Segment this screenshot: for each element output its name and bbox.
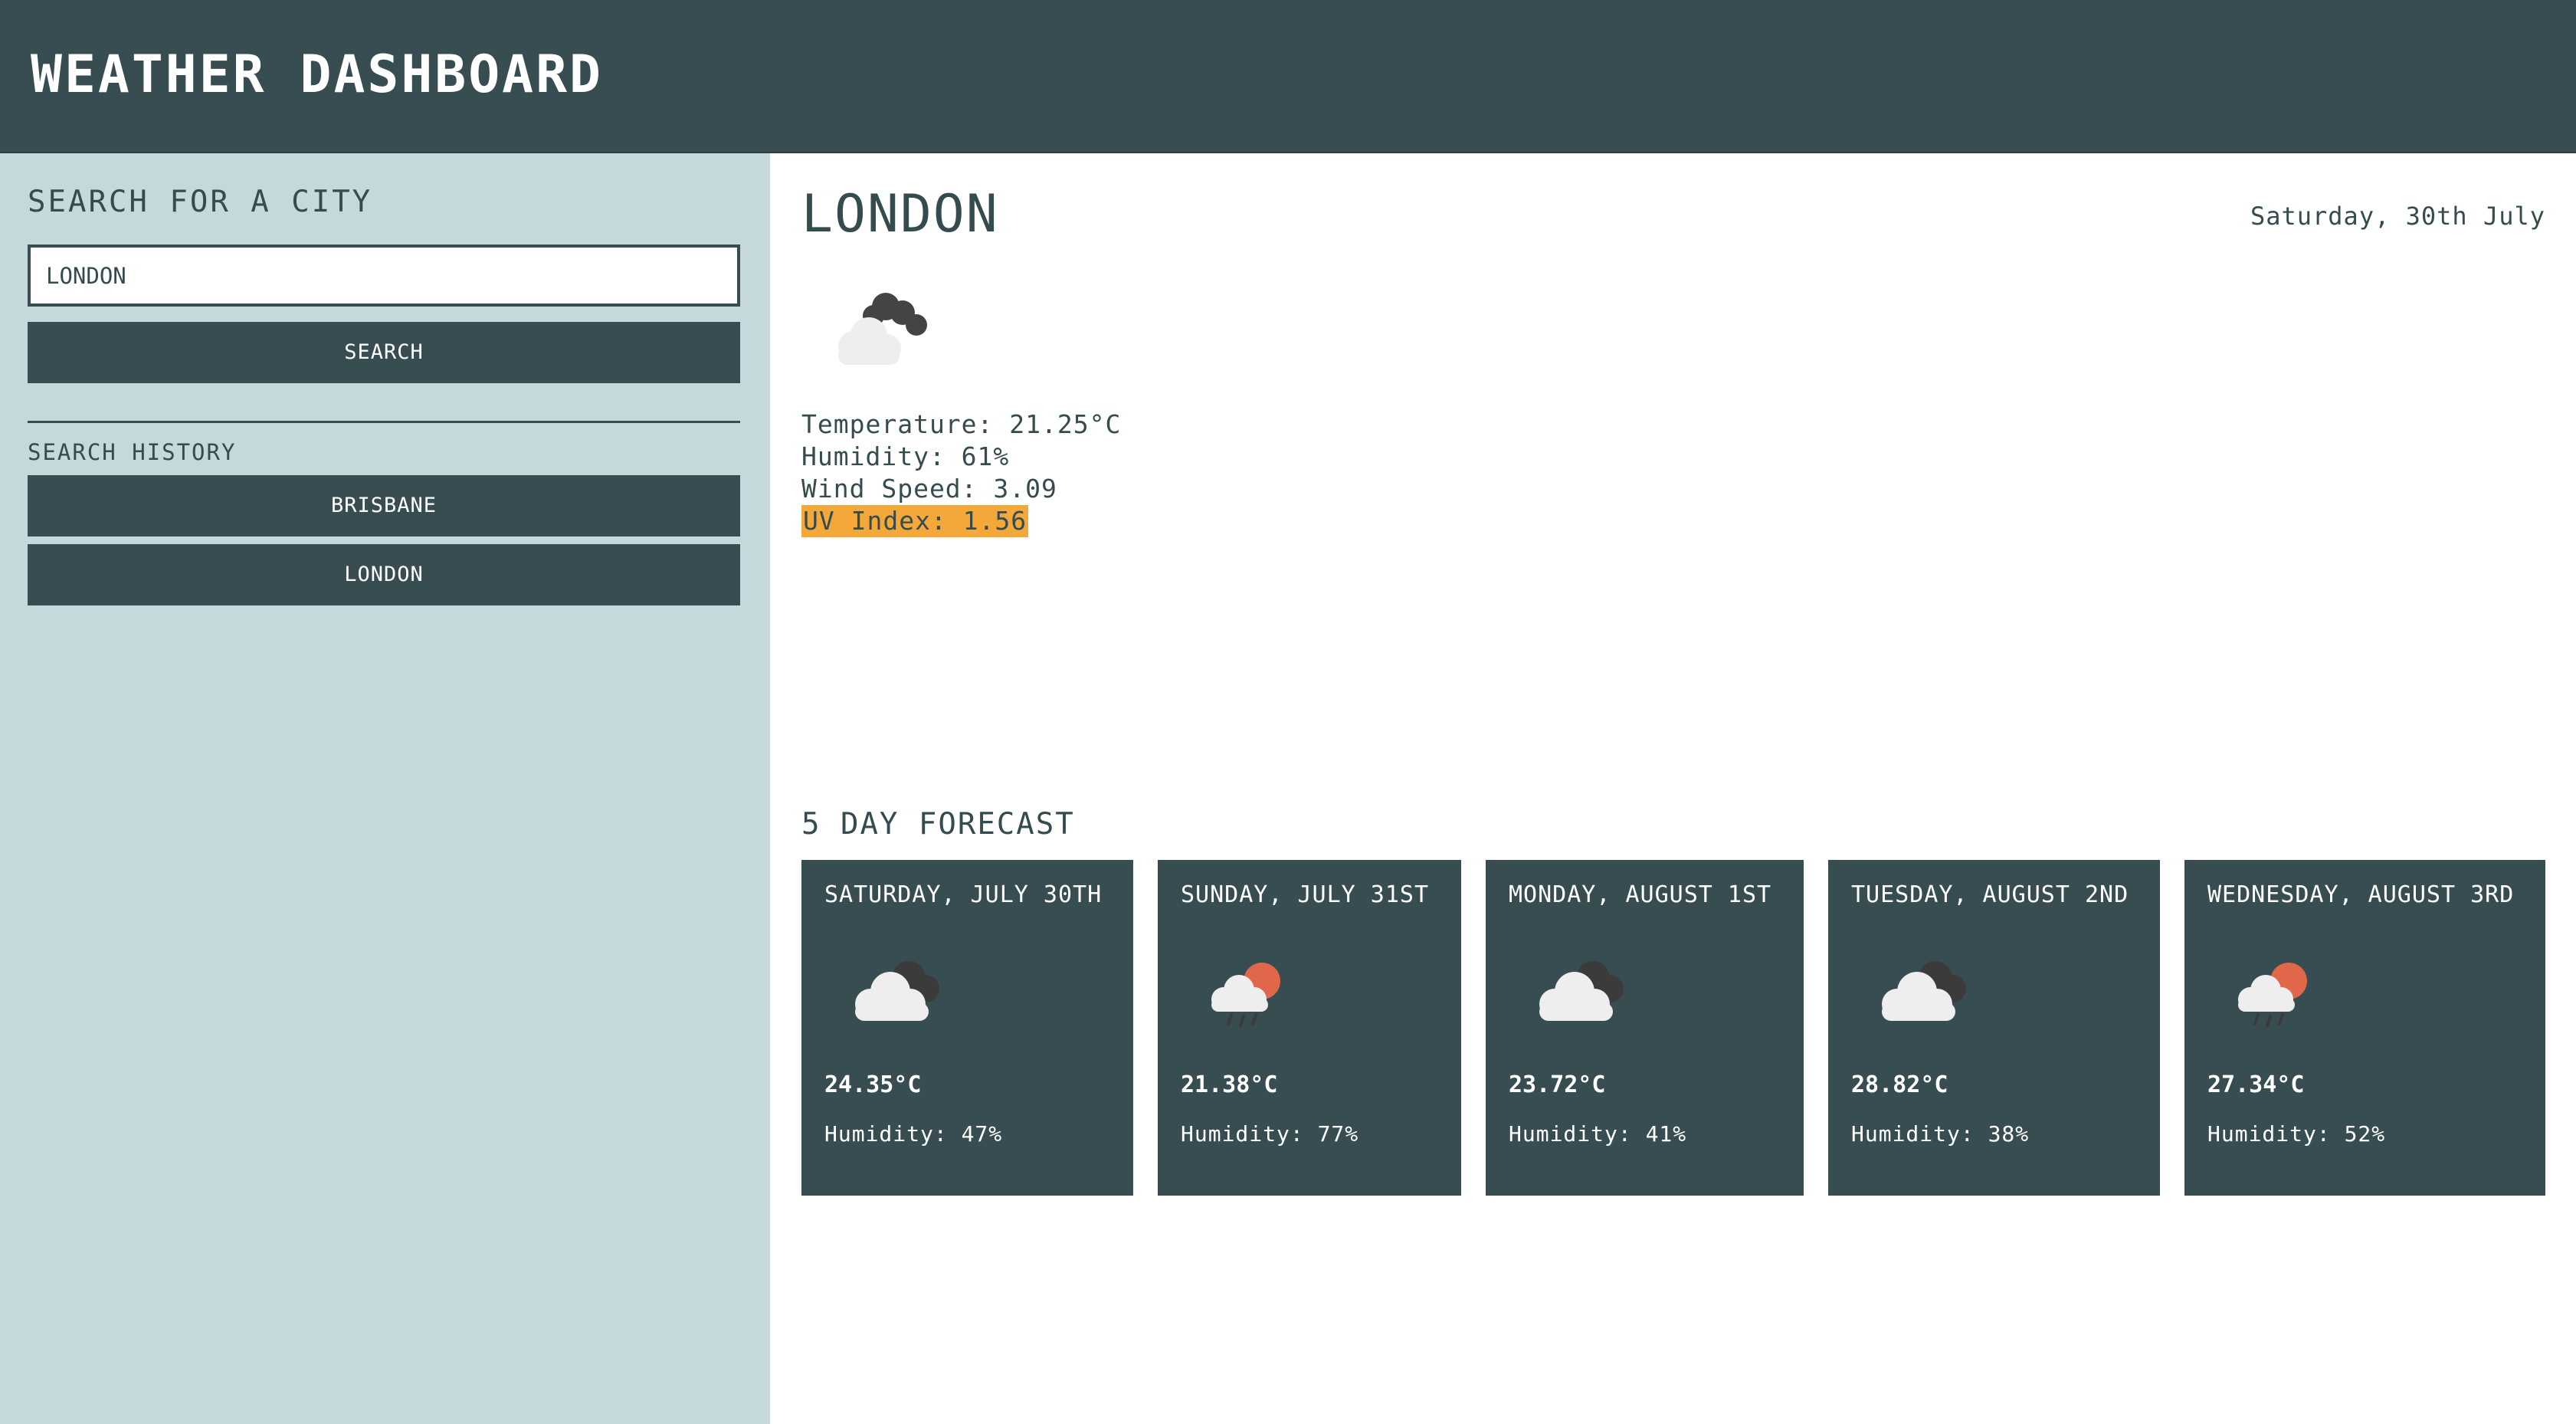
forecast-temperature: 23.72°C xyxy=(1509,1071,1606,1098)
current-humidity: Humidity: 61% xyxy=(801,441,1010,471)
sidebar-divider xyxy=(28,421,740,423)
sun-rain-cloud-icon xyxy=(1211,963,1280,1027)
search-history-heading: SEARCH HISTORY xyxy=(28,439,237,465)
cloudy-dark-icon xyxy=(838,293,927,365)
current-date: Saturday, 30th July xyxy=(2250,202,2545,231)
forecast-date: TUESDAY, AUGUST 2ND xyxy=(1851,881,2129,908)
forecast-date: WEDNESDAY, AUGUST 3RD xyxy=(2207,881,2515,908)
forecast-heading: 5 DAY FORECAST xyxy=(801,807,1075,842)
forecast-date: SUNDAY, JULY 31ST xyxy=(1181,881,1430,908)
forecast-card: MONDAY, AUGUST 1ST 23.72°C Humidity: 41% xyxy=(1486,860,1804,1196)
forecast-date: MONDAY, AUGUST 1ST xyxy=(1509,881,1772,908)
forecast-humidity: Humidity: 77% xyxy=(1181,1121,1359,1147)
cloudy-icon xyxy=(855,961,939,1021)
forecast-card: SATURDAY, JULY 30TH 24.35°C Humidity: 47… xyxy=(801,860,1133,1196)
cloudy-icon xyxy=(1539,961,1624,1021)
current-temperature: Temperature: 21.25°C xyxy=(801,409,1122,439)
sun-rain-cloud-icon xyxy=(2238,963,2307,1027)
search-button[interactable]: SEARCH xyxy=(28,322,740,383)
uv-index-badge: UV Index: 1.56 xyxy=(801,505,1029,537)
current-wind-speed: Wind Speed: 3.09 xyxy=(801,474,1057,504)
forecast-card: WEDNESDAY, AUGUST 3RD 27.34°C Humidity: … xyxy=(2184,860,2545,1196)
forecast-temperature: 28.82°C xyxy=(1851,1071,1948,1098)
history-item-brisbane[interactable]: BRISBANE xyxy=(28,475,740,536)
app-header: WEATHER DASHBOARD xyxy=(0,0,2576,153)
search-heading: SEARCH FOR A CITY xyxy=(28,185,373,219)
forecast-humidity: Humidity: 38% xyxy=(1851,1121,2030,1147)
forecast-humidity: Humidity: 41% xyxy=(1509,1121,1687,1147)
city-search-input[interactable] xyxy=(28,244,740,307)
app-title: WEATHER DASHBOARD xyxy=(31,44,603,105)
forecast-temperature: 27.34°C xyxy=(2207,1071,2305,1098)
forecast-temperature: 24.35°C xyxy=(824,1071,922,1098)
cloudy-icon xyxy=(1882,961,1966,1021)
forecast-humidity: Humidity: 47% xyxy=(824,1121,1003,1147)
forecast-card: TUESDAY, AUGUST 2ND 28.82°C Humidity: 38… xyxy=(1828,860,2160,1196)
history-item-london[interactable]: LONDON xyxy=(28,544,740,605)
forecast-date: SATURDAY, JULY 30TH xyxy=(824,881,1103,908)
forecast-humidity: Humidity: 52% xyxy=(2207,1121,2386,1147)
forecast-temperature: 21.38°C xyxy=(1181,1071,1278,1098)
forecast-card: SUNDAY, JULY 31ST 21.38°C Humidity: 77% xyxy=(1158,860,1461,1196)
current-city-name: LONDON xyxy=(801,184,999,244)
